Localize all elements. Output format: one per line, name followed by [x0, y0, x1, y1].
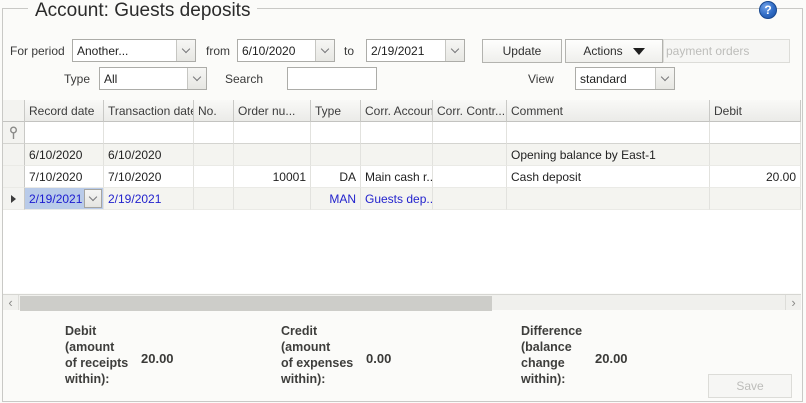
cell-debit[interactable]: [710, 188, 801, 210]
summary-difference-value: 20.00: [595, 351, 628, 366]
cell-comment[interactable]: Cash deposit: [507, 166, 710, 188]
actions-button[interactable]: Actions: [565, 39, 663, 63]
cell-corr-account[interactable]: Guests dep...: [361, 188, 433, 210]
cell-order-number[interactable]: 10001: [234, 166, 311, 188]
grid-header-row: Record date Transaction date No. Order n…: [3, 100, 801, 122]
header-type[interactable]: Type: [311, 100, 361, 122]
to-date-value: 2/19/2021: [367, 40, 445, 61]
chevron-down-icon[interactable]: [84, 189, 102, 208]
table-row[interactable]: 6/10/2020 6/10/2020 Opening balance by E…: [3, 144, 801, 166]
view-select[interactable]: standard: [575, 67, 675, 90]
header-order-number[interactable]: Order nu...: [234, 100, 311, 122]
filter-cell[interactable]: [234, 122, 311, 144]
to-label: to: [344, 44, 354, 58]
cell-debit[interactable]: 20.00: [710, 166, 801, 188]
view-value: standard: [576, 68, 655, 89]
record-date-editor-value: 2/19/2021: [25, 188, 83, 209]
to-date-picker[interactable]: 2/19/2021: [366, 39, 465, 62]
filter-cell[interactable]: [433, 122, 507, 144]
header-no[interactable]: No.: [194, 100, 234, 122]
filter-cell[interactable]: [25, 122, 104, 144]
row-pointer-icon: [3, 188, 25, 210]
header-indicator-cell: [3, 100, 25, 122]
scrollbar-thumb[interactable]: [20, 296, 492, 311]
cell-corr-contractor[interactable]: [433, 166, 507, 188]
cell-comment[interactable]: [507, 188, 710, 210]
cell-debit[interactable]: [710, 144, 801, 166]
payment-orders-button: payment orders: [663, 39, 790, 63]
for-period-label: For period: [10, 44, 65, 58]
cell-no[interactable]: [194, 166, 234, 188]
page-title: Account: Guests deposits: [28, 0, 257, 22]
scroll-left-icon[interactable]: ‹: [3, 295, 19, 310]
view-label: View: [528, 72, 554, 86]
chevron-down-icon[interactable]: [315, 40, 334, 61]
summary-credit-label: Credit (amount of expenses within):: [281, 323, 353, 387]
save-button: Save: [708, 374, 792, 398]
period-value: Another...: [73, 40, 176, 61]
period-select[interactable]: Another...: [72, 39, 196, 62]
scroll-right-icon[interactable]: ›: [785, 295, 801, 310]
table-row-selected[interactable]: 2/19/2021 2/19/2021 MAN Guests dep...: [3, 188, 801, 210]
cell-order-number[interactable]: [234, 144, 311, 166]
header-record-date[interactable]: Record date: [25, 100, 104, 122]
filter-cell[interactable]: [194, 122, 234, 144]
filter-cell[interactable]: [361, 122, 433, 144]
header-comment[interactable]: Comment: [507, 100, 710, 122]
cell-corr-contractor[interactable]: [433, 188, 507, 210]
cell-corr-contractor[interactable]: [433, 144, 507, 166]
filter-cell[interactable]: [507, 122, 710, 144]
help-glyph: ?: [764, 3, 771, 17]
actions-label: Actions: [583, 44, 622, 58]
header-transaction-date[interactable]: Transaction date: [104, 100, 194, 122]
triangle-down-icon: [633, 48, 645, 55]
filter-cell[interactable]: [311, 122, 361, 144]
summary-debit-value: 20.00: [141, 351, 174, 366]
cell-type[interactable]: [311, 144, 361, 166]
cell-transaction-date[interactable]: 2/19/2021: [104, 188, 194, 210]
search-label: Search: [225, 72, 263, 86]
chevron-down-icon[interactable]: [176, 40, 195, 61]
cell-comment[interactable]: Opening balance by East-1: [507, 144, 710, 166]
header-debit[interactable]: Debit: [710, 100, 801, 122]
cell-no[interactable]: [194, 144, 234, 166]
grid-filter-row: [3, 122, 801, 144]
filter-pin-icon: [3, 122, 25, 144]
cell-transaction-date[interactable]: 7/10/2020: [104, 166, 194, 188]
summary-difference-label: Difference (balance change within):: [521, 323, 582, 387]
cell-transaction-date[interactable]: 6/10/2020: [104, 144, 194, 166]
type-label: Type: [64, 72, 90, 86]
type-value: All: [100, 68, 187, 89]
cell-record-date-editor[interactable]: 2/19/2021: [25, 188, 104, 210]
type-select[interactable]: All: [99, 67, 207, 90]
update-button[interactable]: Update: [482, 39, 562, 63]
help-icon[interactable]: ?: [759, 1, 777, 19]
header-corr-contractor[interactable]: Corr. Contr...: [433, 100, 507, 122]
table-row[interactable]: 7/10/2020 7/10/2020 10001 DA Main cash r…: [3, 166, 801, 188]
horizontal-scrollbar[interactable]: ‹ ›: [3, 294, 801, 310]
from-date-value: 6/10/2020: [238, 40, 315, 61]
from-label: from: [206, 44, 230, 58]
cell-no[interactable]: [194, 188, 234, 210]
cell-type[interactable]: MAN: [311, 188, 361, 210]
row-indicator-cell: [3, 166, 25, 188]
cell-record-date[interactable]: 7/10/2020: [25, 166, 104, 188]
row-indicator-cell: [3, 144, 25, 166]
cell-corr-account[interactable]: Main cash r...: [361, 166, 433, 188]
chevron-down-icon[interactable]: [445, 40, 464, 61]
transactions-grid: Record date Transaction date No. Order n…: [3, 100, 801, 293]
cell-corr-account[interactable]: [361, 144, 433, 166]
cell-type[interactable]: DA: [311, 166, 361, 188]
from-date-picker[interactable]: 6/10/2020: [237, 39, 335, 62]
summary-credit-value: 0.00: [366, 351, 391, 366]
header-corr-account[interactable]: Corr. Account: [361, 100, 433, 122]
chevron-down-icon[interactable]: [655, 68, 674, 89]
chevron-down-icon[interactable]: [187, 68, 206, 89]
filter-cell[interactable]: [710, 122, 801, 144]
cell-record-date[interactable]: 6/10/2020: [25, 144, 104, 166]
cell-order-number[interactable]: [234, 188, 311, 210]
filter-cell[interactable]: [104, 122, 194, 144]
search-input[interactable]: [287, 67, 377, 90]
summary-debit-label: Debit (amount of receipts within):: [65, 323, 128, 387]
